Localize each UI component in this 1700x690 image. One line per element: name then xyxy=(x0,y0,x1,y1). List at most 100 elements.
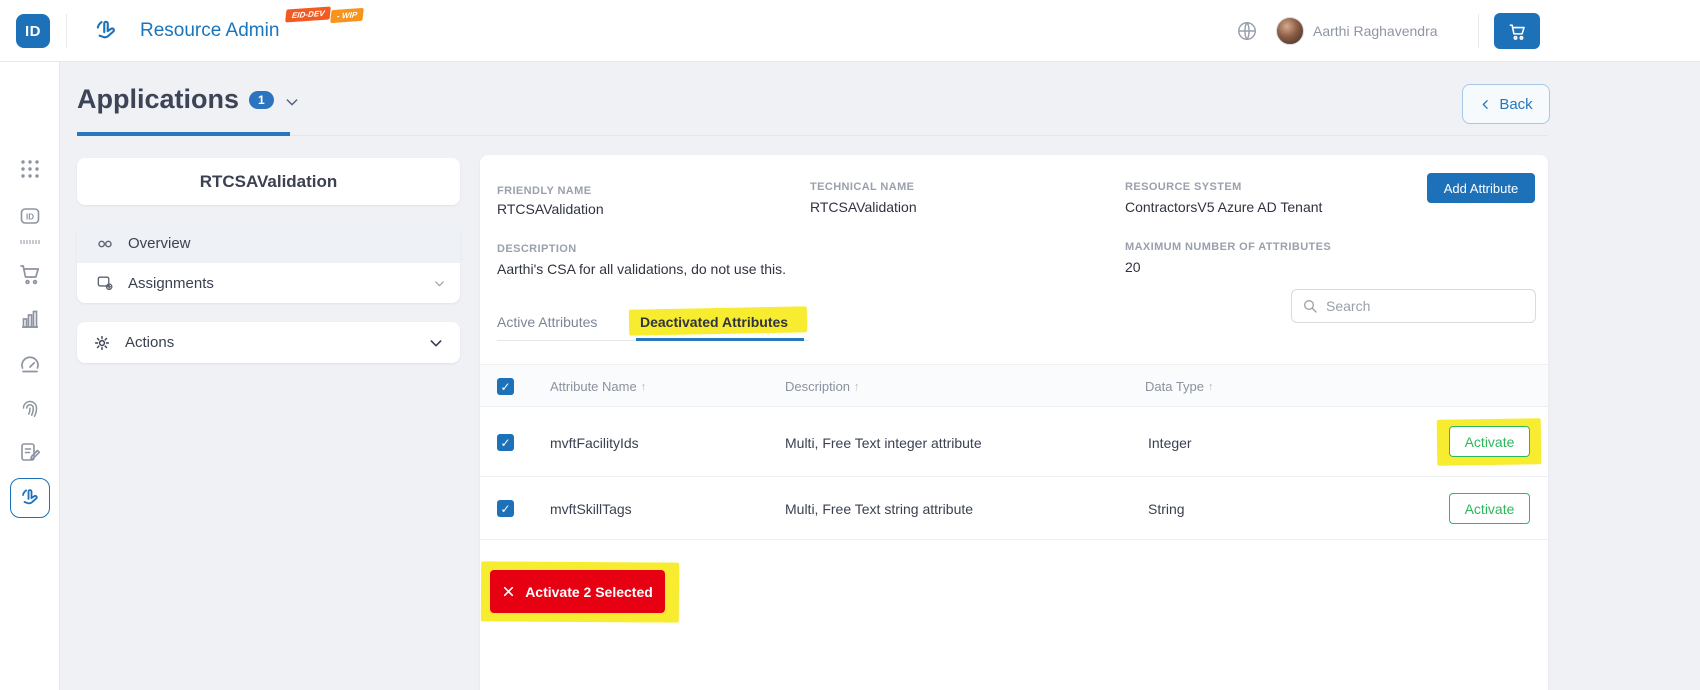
row-checkbox[interactable]: ✓ xyxy=(497,434,514,451)
max-attributes-value: 20 xyxy=(1125,259,1141,275)
cart-button[interactable] xyxy=(1494,13,1540,49)
document-edit-icon[interactable] xyxy=(18,440,42,464)
add-attribute-button[interactable]: Add Attribute xyxy=(1427,173,1535,203)
row-checkbox[interactable]: ✓ xyxy=(497,500,514,517)
application-name-card: RTCSAValidation xyxy=(77,158,460,205)
assignments-icon xyxy=(95,273,115,293)
fingerprint-icon[interactable] xyxy=(18,396,42,420)
attribute-name-cell: mvftSkillTags xyxy=(550,501,632,517)
id-product-icon[interactable]: ID xyxy=(18,204,42,228)
menu-item-label: Overview xyxy=(128,235,191,252)
back-button[interactable]: Back xyxy=(1462,84,1550,124)
menu-item-label: Assignments xyxy=(128,274,214,292)
search-icon xyxy=(1304,300,1317,313)
page-title: Applications xyxy=(77,84,240,114)
x-icon xyxy=(504,586,514,597)
tab-label: Active Attributes xyxy=(497,313,598,330)
gauge-icon[interactable] xyxy=(18,352,42,376)
attribute-name-cell: mvftFacilityIds xyxy=(550,435,639,451)
cart-icon xyxy=(1509,23,1525,40)
tab-deactivated-attributes[interactable]: Deactivated Attributes xyxy=(640,302,788,341)
menu-item-overview[interactable]: Overview xyxy=(77,224,460,263)
description-value: Aarthi's CSA for all validations, do not… xyxy=(497,261,787,277)
svg-text:ID: ID xyxy=(26,213,34,222)
column-attribute-name[interactable]: Attribute Name ↑ xyxy=(550,365,646,408)
table-row: ✓ mvftSkillTags Multi, Free Text string … xyxy=(480,477,1548,540)
chevron-down-icon xyxy=(433,277,446,290)
wordmark-icon xyxy=(18,234,42,244)
check-icon: ✓ xyxy=(500,379,511,394)
app-logo[interactable]: ID xyxy=(16,14,50,48)
cart-nav-icon[interactable] xyxy=(18,262,42,286)
table-header: ✓ Attribute Name ↑ Description ↑ Data Type… xyxy=(480,364,1548,407)
friendly-name-value: RTCSAValidation xyxy=(497,201,604,217)
app-window: ID Resource Admin EID-DEV - WIP Aarthi R… xyxy=(0,0,1700,690)
link-icon xyxy=(95,234,115,254)
resource-system-label: RESOURCE SYSTEM xyxy=(1125,181,1242,193)
resource-system-value: ContractorsV5 Azure AD Tenant xyxy=(1125,199,1323,215)
sort-asc-icon: ↑ xyxy=(1208,380,1214,393)
data-type-cell: Integer xyxy=(1148,435,1192,451)
data-type-cell: String xyxy=(1148,501,1185,517)
description-cell: Multi, Free Text integer attribute xyxy=(785,435,982,451)
header-rule xyxy=(77,135,1548,136)
avatar[interactable] xyxy=(1276,17,1304,45)
bulk-action-area: Activate 2 Selected xyxy=(480,561,680,624)
header-divider xyxy=(66,14,67,48)
tab-label: Deactivated Attributes xyxy=(640,313,789,330)
apps-grid-icon[interactable] xyxy=(18,157,42,181)
check-icon: ✓ xyxy=(500,435,511,450)
actions-label: Actions xyxy=(125,334,175,351)
applications-count-badge[interactable]: 1 xyxy=(249,90,274,109)
user-name: Aarthi Raghavendra xyxy=(1313,23,1438,39)
header-divider xyxy=(1478,14,1479,48)
resource-admin-icon xyxy=(92,17,120,45)
env-badge-eid-dev: EID-DEV xyxy=(285,6,332,23)
bar-chart-icon[interactable] xyxy=(18,307,42,331)
env-badge-wip: - WIP xyxy=(330,7,364,24)
technical-name-label: TECHNICAL NAME xyxy=(810,181,915,193)
column-label: Attribute Name xyxy=(550,379,637,394)
sort-asc-icon: ↑ xyxy=(640,380,647,393)
application-menu: Overview Assignments xyxy=(77,224,460,303)
table-row: ✓ mvftFacilityIds Multi, Free Text integ… xyxy=(480,407,1548,477)
select-all-checkbox[interactable]: ✓ xyxy=(497,378,514,395)
actions-dropdown[interactable]: Actions xyxy=(77,322,460,363)
check-icon: ✓ xyxy=(500,501,511,516)
active-tab-underline xyxy=(77,132,290,136)
column-label: Description xyxy=(785,379,851,394)
back-label: Back xyxy=(1499,95,1533,113)
bulk-action-label: Activate 2 Selected xyxy=(525,583,653,600)
activate-selected-button[interactable]: Activate 2 Selected xyxy=(490,570,665,613)
max-attributes-label: MAXIMUM NUMBER OF ATTRIBUTES xyxy=(1125,241,1332,253)
globe-icon[interactable] xyxy=(1236,20,1258,42)
app-title: Resource Admin xyxy=(140,20,280,41)
chevron-left-icon xyxy=(1482,99,1489,109)
column-description[interactable]: Description ↑ xyxy=(785,365,860,408)
gear-icon xyxy=(93,334,111,352)
sort-asc-icon: ↑ xyxy=(854,380,860,393)
page-header: Applications 1 xyxy=(77,84,300,115)
search-box xyxy=(1291,289,1536,323)
attributes-tabs: Active Attributes Deactivated Attributes xyxy=(497,302,809,341)
icon-sidebar: ID xyxy=(0,62,60,690)
top-bar: ID Resource Admin EID-DEV - WIP Aarthi R… xyxy=(0,0,1700,62)
activate-button[interactable]: Activate xyxy=(1449,426,1530,457)
tab-active-attributes[interactable]: Active Attributes xyxy=(497,302,597,341)
search-input[interactable] xyxy=(1326,298,1525,314)
chevron-down-icon xyxy=(428,335,444,351)
friendly-name-label: FRIENDLY NAME xyxy=(497,185,592,197)
active-tab-underline xyxy=(636,338,804,341)
menu-item-assignments[interactable]: Assignments xyxy=(77,263,460,303)
column-label: Data Type xyxy=(1145,379,1205,394)
column-data-type[interactable]: Data Type ↑ xyxy=(1145,365,1214,408)
activate-button[interactable]: Activate xyxy=(1449,493,1530,524)
application-name: RTCSAValidation xyxy=(199,171,338,191)
description-cell: Multi, Free Text string attribute xyxy=(785,501,974,517)
resource-admin-nav-active[interactable] xyxy=(10,478,50,518)
description-label: DESCRIPTION xyxy=(497,243,577,255)
technical-name-value: RTCSAValidation xyxy=(810,199,917,215)
chevron-down-icon[interactable] xyxy=(284,94,300,110)
application-detail-card: Add Attribute FRIENDLY NAME RTCSAValidat… xyxy=(480,155,1548,690)
resource-admin-icon xyxy=(22,489,38,505)
